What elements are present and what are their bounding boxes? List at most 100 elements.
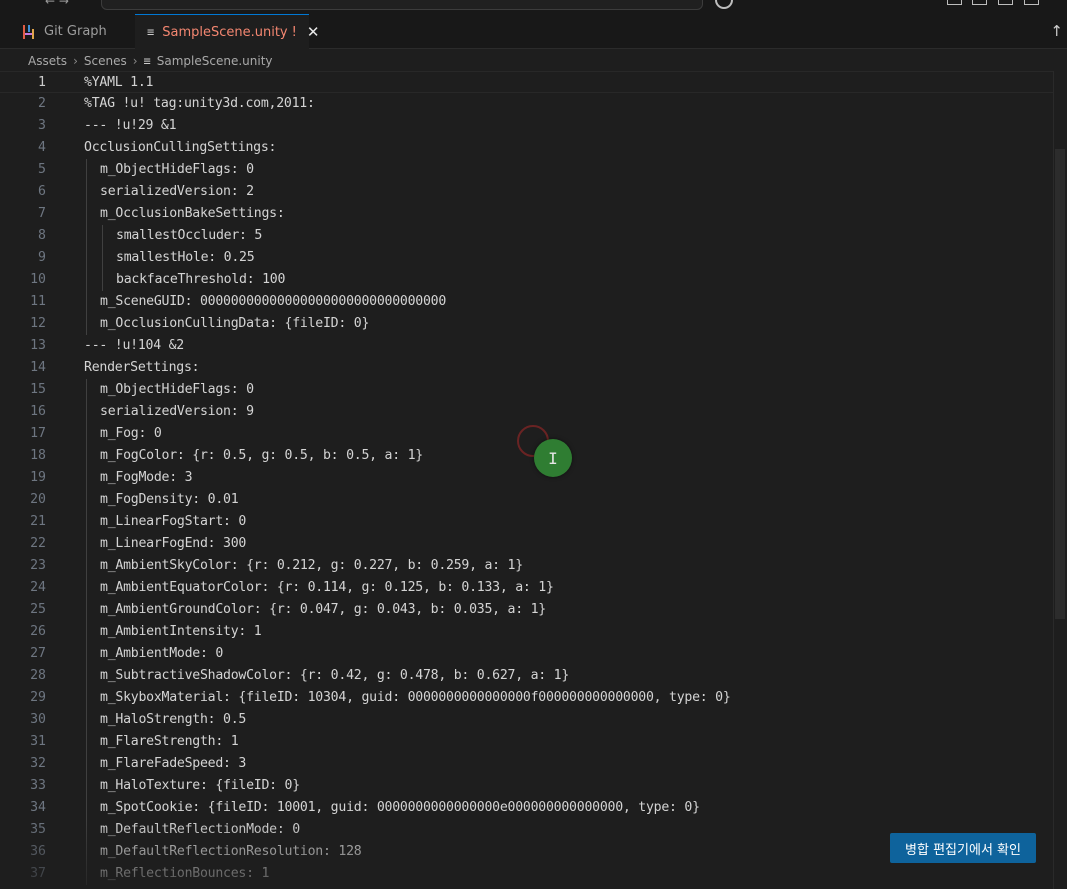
indent-guide bbox=[86, 731, 87, 753]
indent-guide bbox=[86, 863, 87, 885]
line-number: 5 bbox=[38, 162, 46, 177]
arrow-up-icon[interactable]: ↑ bbox=[1050, 22, 1063, 40]
breadcrumb: Assets › Scenes › ≡ SampleScene.unity bbox=[28, 51, 273, 71]
indent-guide bbox=[86, 533, 87, 555]
code-line[interactable]: 34 m_SpotCookie: {fileID: 10001, guid: 00… bbox=[0, 797, 1055, 819]
code-line[interactable]: 23 m_AmbientSkyColor: {r: 0.212, g: 0.227… bbox=[0, 555, 1055, 577]
indent-guide bbox=[102, 225, 103, 247]
code-line[interactable]: 10 backfaceThreshold: 100 bbox=[0, 269, 1055, 291]
line-number: 19 bbox=[30, 470, 46, 485]
breadcrumb-item-file[interactable]: SampleScene.unity bbox=[157, 54, 273, 68]
tab-samplescene[interactable]: ≡ SampleScene.unity ! ✕ bbox=[135, 14, 319, 49]
code-line[interactable]: 2 %TAG !u! tag:unity3d.com,2011: bbox=[0, 93, 1055, 115]
code-line[interactable]: 37 m_ReflectionBounces: 1 bbox=[0, 863, 1055, 885]
tab-label: Git Graph bbox=[44, 24, 107, 39]
copilot-icon[interactable] bbox=[715, 0, 733, 9]
code-line[interactable]: 21 m_LinearFogStart: 0 bbox=[0, 511, 1055, 533]
line-number: 9 bbox=[38, 250, 46, 265]
scrollbar-thumb[interactable] bbox=[1055, 149, 1065, 619]
editor-tab-bar: Git Graph ≡ SampleScene.unity ! ✕ ↑ bbox=[0, 14, 1067, 49]
vertical-scrollbar[interactable] bbox=[1053, 71, 1067, 889]
indent-guide bbox=[86, 841, 87, 863]
line-number: 14 bbox=[30, 360, 46, 375]
code-text: m_HaloTexture: {fileID: 0} bbox=[100, 778, 300, 793]
code-text: m_ObjectHideFlags: 0 bbox=[100, 382, 254, 397]
line-number: 3 bbox=[38, 118, 46, 133]
code-text: smallestHole: 0.25 bbox=[116, 250, 255, 265]
code-line[interactable]: 8 smallestOccluder: 5 bbox=[0, 225, 1055, 247]
code-text: m_FogColor: {r: 0.5, g: 0.5, b: 0.5, a: … bbox=[100, 448, 423, 463]
code-line[interactable]: 5 m_ObjectHideFlags: 0 bbox=[0, 159, 1055, 181]
code-line[interactable]: 27 m_AmbientMode: 0 bbox=[0, 643, 1055, 665]
line-number: 24 bbox=[30, 580, 46, 595]
indent-guide bbox=[86, 401, 87, 423]
line-number: 8 bbox=[38, 228, 46, 243]
indent-guide bbox=[86, 511, 87, 533]
code-text: m_DefaultReflectionMode: 0 bbox=[100, 822, 300, 837]
code-line[interactable]: 7 m_OcclusionBakeSettings: bbox=[0, 203, 1055, 225]
code-line[interactable]: 31 m_FlareStrength: 1 bbox=[0, 731, 1055, 753]
indent-guide bbox=[86, 709, 87, 731]
code-line[interactable]: 26 m_AmbientIntensity: 1 bbox=[0, 621, 1055, 643]
layout-panel-icon[interactable] bbox=[972, 0, 987, 5]
nav-arrows-icon[interactable]: ← → bbox=[45, 0, 69, 8]
code-line[interactable]: 22 m_LinearFogEnd: 300 bbox=[0, 533, 1055, 555]
tab-label: SampleScene.unity bbox=[162, 24, 288, 40]
line-number: 34 bbox=[30, 800, 46, 815]
line-number: 23 bbox=[30, 558, 46, 573]
indent-guide bbox=[86, 555, 87, 577]
indent-guide bbox=[86, 313, 87, 335]
code-text: backfaceThreshold: 100 bbox=[116, 272, 286, 287]
file-lines-icon: ≡ bbox=[147, 25, 155, 39]
code-line[interactable]: 33 m_HaloTexture: {fileID: 0} bbox=[0, 775, 1055, 797]
code-text: m_SpotCookie: {fileID: 10001, guid: 0000… bbox=[100, 800, 700, 815]
code-text: m_FlareFadeSpeed: 3 bbox=[100, 756, 247, 771]
code-line[interactable]: 6 serializedVersion: 2 bbox=[0, 181, 1055, 203]
line-number: 32 bbox=[30, 756, 46, 771]
code-line[interactable]: 15 m_ObjectHideFlags: 0 bbox=[0, 379, 1055, 401]
code-line[interactable]: 24 m_AmbientEquatorColor: {r: 0.114, g: 0… bbox=[0, 577, 1055, 599]
code-editor[interactable]: 1 %YAML 1.1 2 %TAG !u! tag:unity3d.com,2011… bbox=[0, 71, 1067, 889]
layout-customize-icon[interactable] bbox=[1024, 0, 1039, 5]
layout-icon[interactable] bbox=[947, 0, 962, 5]
code-line[interactable]: 25 m_AmbientGroundColor: {r: 0.047, g: 0.… bbox=[0, 599, 1055, 621]
code-line[interactable]: 32 m_FlareFadeSpeed: 3 bbox=[0, 753, 1055, 775]
code-line[interactable]: 1 %YAML 1.1 bbox=[0, 71, 1055, 93]
open-merge-editor-button[interactable]: 병합 편집기에서 확인 bbox=[890, 833, 1036, 863]
layout-sidebar-icon[interactable] bbox=[998, 0, 1013, 5]
indent-guide bbox=[86, 423, 87, 445]
code-line[interactable]: 9 smallestHole: 0.25 bbox=[0, 247, 1055, 269]
line-number: 7 bbox=[38, 206, 46, 221]
indent-guide bbox=[86, 379, 87, 401]
code-text: m_FlareStrength: 1 bbox=[100, 734, 239, 749]
indent-guide bbox=[86, 643, 87, 665]
tab-git-graph[interactable]: Git Graph bbox=[10, 14, 135, 49]
breadcrumb-item-assets[interactable]: Assets bbox=[28, 54, 67, 68]
title-bar: ← → bbox=[0, 0, 1067, 14]
code-line[interactable]: 16 serializedVersion: 9 bbox=[0, 401, 1055, 423]
code-line[interactable]: 20 m_FogDensity: 0.01 bbox=[0, 489, 1055, 511]
chevron-right-icon: › bbox=[132, 54, 138, 68]
indent-guide bbox=[86, 225, 87, 247]
line-number: 15 bbox=[30, 382, 46, 397]
close-icon[interactable]: ✕ bbox=[307, 23, 320, 41]
code-line[interactable]: 19 m_FogMode: 3 bbox=[0, 467, 1055, 489]
code-line[interactable]: 4 OcclusionCullingSettings: bbox=[0, 137, 1055, 159]
indent-guide bbox=[86, 687, 87, 709]
code-line[interactable]: 29 m_SkyboxMaterial: {fileID: 10304, guid… bbox=[0, 687, 1055, 709]
command-center[interactable] bbox=[101, 0, 703, 10]
indent-guide bbox=[86, 203, 87, 225]
modified-indicator: ! bbox=[291, 24, 297, 40]
line-number: 35 bbox=[30, 822, 46, 837]
code-line[interactable]: 14 RenderSettings: bbox=[0, 357, 1055, 379]
code-line[interactable]: 28 m_SubtractiveShadowColor: {r: 0.42, g:… bbox=[0, 665, 1055, 687]
code-text: m_AmbientSkyColor: {r: 0.212, g: 0.227, … bbox=[100, 558, 523, 573]
code-line[interactable]: 12 m_OcclusionCullingData: {fileID: 0} bbox=[0, 313, 1055, 335]
breadcrumb-item-scenes[interactable]: Scenes bbox=[84, 54, 127, 68]
code-line[interactable]: 3 --- !u!29 &1 bbox=[0, 115, 1055, 137]
code-line[interactable]: 30 m_HaloStrength: 0.5 bbox=[0, 709, 1055, 731]
indent-guide bbox=[86, 665, 87, 687]
code-text: m_HaloStrength: 0.5 bbox=[100, 712, 247, 727]
code-line[interactable]: 11 m_SceneGUID: 0000000000000000000000000… bbox=[0, 291, 1055, 313]
code-line[interactable]: 13 --- !u!104 &2 bbox=[0, 335, 1055, 357]
